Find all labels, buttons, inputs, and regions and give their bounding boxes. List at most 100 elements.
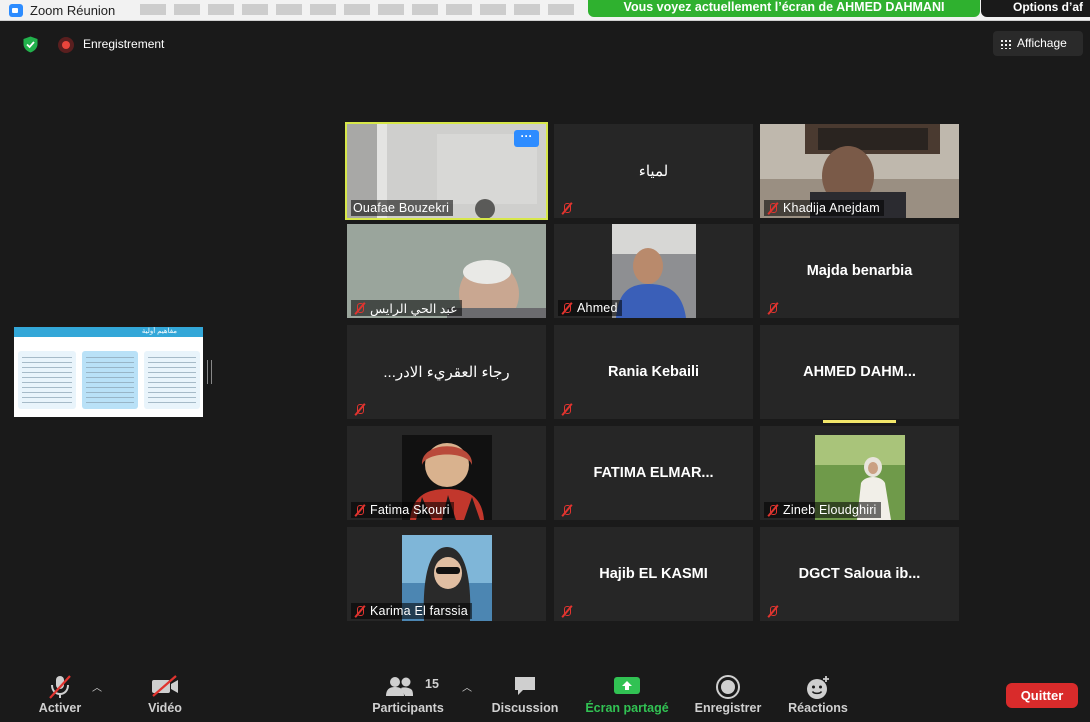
chat-button[interactable]: Discussion [488, 664, 562, 722]
share-screen-button[interactable]: Écran partagé [582, 664, 672, 722]
participant-tile[interactable]: عبد الحي الرايس [347, 224, 546, 318]
zoom-window: Zoom Réunion Vous voyez actuellement l’é… [0, 0, 1090, 722]
participant-name: Ahmed [577, 301, 618, 315]
record-button[interactable]: Enregistrer [692, 664, 764, 722]
participant-tile[interactable]: Khadija Anejdam [760, 124, 959, 218]
name-label-bar [558, 502, 577, 518]
reactions-label: Réactions [788, 701, 848, 715]
participant-name: عبد الحي الرايس [370, 301, 458, 316]
share-screen-label: Écran partagé [585, 701, 669, 715]
name-label-bar [558, 603, 577, 619]
participant-name: DGCT Saloua ib... [798, 566, 921, 582]
window-title: Zoom Réunion [30, 3, 116, 18]
participant-tile[interactable]: FATIMA ELMAR... [554, 426, 753, 520]
security-shield-icon[interactable] [22, 36, 39, 53]
participant-name: AHMED DAHM... [803, 364, 916, 380]
name-label-bar: Zineb Eloudghiri [764, 502, 881, 518]
name-label-bar [558, 200, 577, 216]
view-button-label: Affichage [1017, 36, 1067, 50]
chat-label: Discussion [491, 701, 559, 715]
mic-muted-icon [766, 302, 779, 315]
participant-tile[interactable]: Ahmed [554, 224, 753, 318]
video-label: Vidéo [148, 701, 182, 715]
participant-name: Hajib EL KASMI [599, 566, 708, 582]
more-options-button[interactable]: ··· [514, 130, 539, 147]
participants-label: Participants [372, 701, 444, 715]
participants-button[interactable]: 15 Participants [368, 664, 448, 722]
participant-tile[interactable]: Majda benarbia [760, 224, 959, 318]
participant-tile[interactable]: ...رجاء العقريء الادر [347, 325, 546, 419]
name-label-bar: Fatima Skouri [351, 502, 454, 518]
audio-options-caret-icon[interactable]: ︿ [92, 679, 102, 694]
view-button[interactable]: Affichage [993, 31, 1083, 56]
participant-tile[interactable]: Zineb Eloudghiri [760, 426, 959, 520]
mic-muted-icon [353, 403, 366, 416]
participant-tile[interactable]: Rania Kebaili [554, 325, 753, 419]
participant-tile[interactable]: ··· Ouafae Bouzekri [345, 122, 548, 220]
name-label-bar: Ahmed [558, 300, 622, 316]
share-screen-icon [614, 677, 640, 694]
participants-count: 15 [425, 677, 439, 691]
chat-icon [515, 677, 535, 695]
participant-name: Karima El farssia [370, 604, 468, 618]
mic-muted-icon [353, 504, 366, 517]
participants-icon [386, 677, 413, 696]
participant-tile[interactable]: DGCT Saloua ib... [760, 527, 959, 621]
meeting-toolbar: Activer ︿ Vidéo 15 Participants ︿ Discus… [0, 664, 1090, 722]
name-label-bar [351, 401, 370, 417]
recording-label: Enregistrement [83, 37, 165, 51]
participant-name: Khadija Anejdam [783, 201, 880, 215]
participant-tile[interactable]: Hajib EL KASMI [554, 527, 753, 621]
name-label-bar [764, 300, 783, 316]
zoom-logo-icon [9, 4, 23, 17]
participant-name: Fatima Skouri [370, 503, 450, 517]
mic-muted-icon [560, 605, 573, 618]
active-speaker-indicator [823, 420, 896, 423]
record-icon [716, 675, 740, 699]
mic-muted-icon [766, 504, 779, 517]
participant-tile[interactable]: Fatima Skouri [347, 426, 546, 520]
mic-muted-icon [49, 675, 71, 699]
mic-muted-icon [353, 605, 366, 618]
video-button[interactable]: Vidéo [136, 664, 194, 722]
participant-tile[interactable]: AHMED DAHM... [760, 325, 959, 419]
participant-tile[interactable]: Karima El farssia [347, 527, 546, 621]
name-label-bar: Khadija Anejdam [764, 200, 884, 216]
thumbnail-text-lines [148, 357, 196, 403]
reactions-icon [807, 676, 829, 699]
mic-muted-icon [766, 202, 779, 215]
participant-video [612, 224, 696, 318]
shared-screen-thumbnail[interactable]: مفاهيم أولية [14, 327, 203, 417]
participant-tile[interactable]: لمياء [554, 124, 753, 218]
name-label-bar: Karima El farssia [351, 603, 472, 619]
participant-name: Rania Kebaili [607, 364, 700, 380]
thumbnail-text-lines [22, 357, 72, 403]
video-off-icon [152, 675, 178, 697]
participant-name: ...رجاء العقريء الادر [383, 364, 510, 381]
sharing-banner: Vous voyez actuellement l’écran de AHMED… [588, 0, 980, 17]
grid-view-icon [1000, 39, 1011, 49]
participant-name: Ouafae Bouzekri [353, 201, 450, 215]
view-options-button[interactable]: Options d’af [981, 0, 1090, 17]
mic-muted-icon [353, 302, 366, 315]
thumbnail-header: مفاهيم أولية [14, 327, 203, 337]
unmute-button[interactable]: Activer [30, 664, 90, 722]
mic-muted-icon [766, 605, 779, 618]
mic-muted-icon [560, 403, 573, 416]
thumbnail-text-lines [86, 357, 134, 403]
background-tabs [140, 4, 580, 15]
leave-meeting-button[interactable]: Quitter [1006, 683, 1078, 708]
mic-muted-icon [560, 504, 573, 517]
panel-splitter-handle[interactable] [207, 360, 212, 384]
mic-muted-icon [560, 302, 573, 315]
participant-name: Majda benarbia [806, 263, 913, 279]
unmute-label: Activer [38, 701, 82, 715]
participants-options-caret-icon[interactable]: ︿ [462, 679, 472, 694]
participant-name: FATIMA ELMAR... [593, 465, 714, 481]
reactions-button[interactable]: Réactions [784, 664, 852, 722]
name-label-bar: عبد الحي الرايس [351, 300, 462, 316]
name-label-bar [558, 401, 577, 417]
participant-name: لمياء [638, 163, 669, 180]
recording-icon [58, 37, 74, 53]
name-label-bar: Ouafae Bouzekri [351, 200, 454, 216]
